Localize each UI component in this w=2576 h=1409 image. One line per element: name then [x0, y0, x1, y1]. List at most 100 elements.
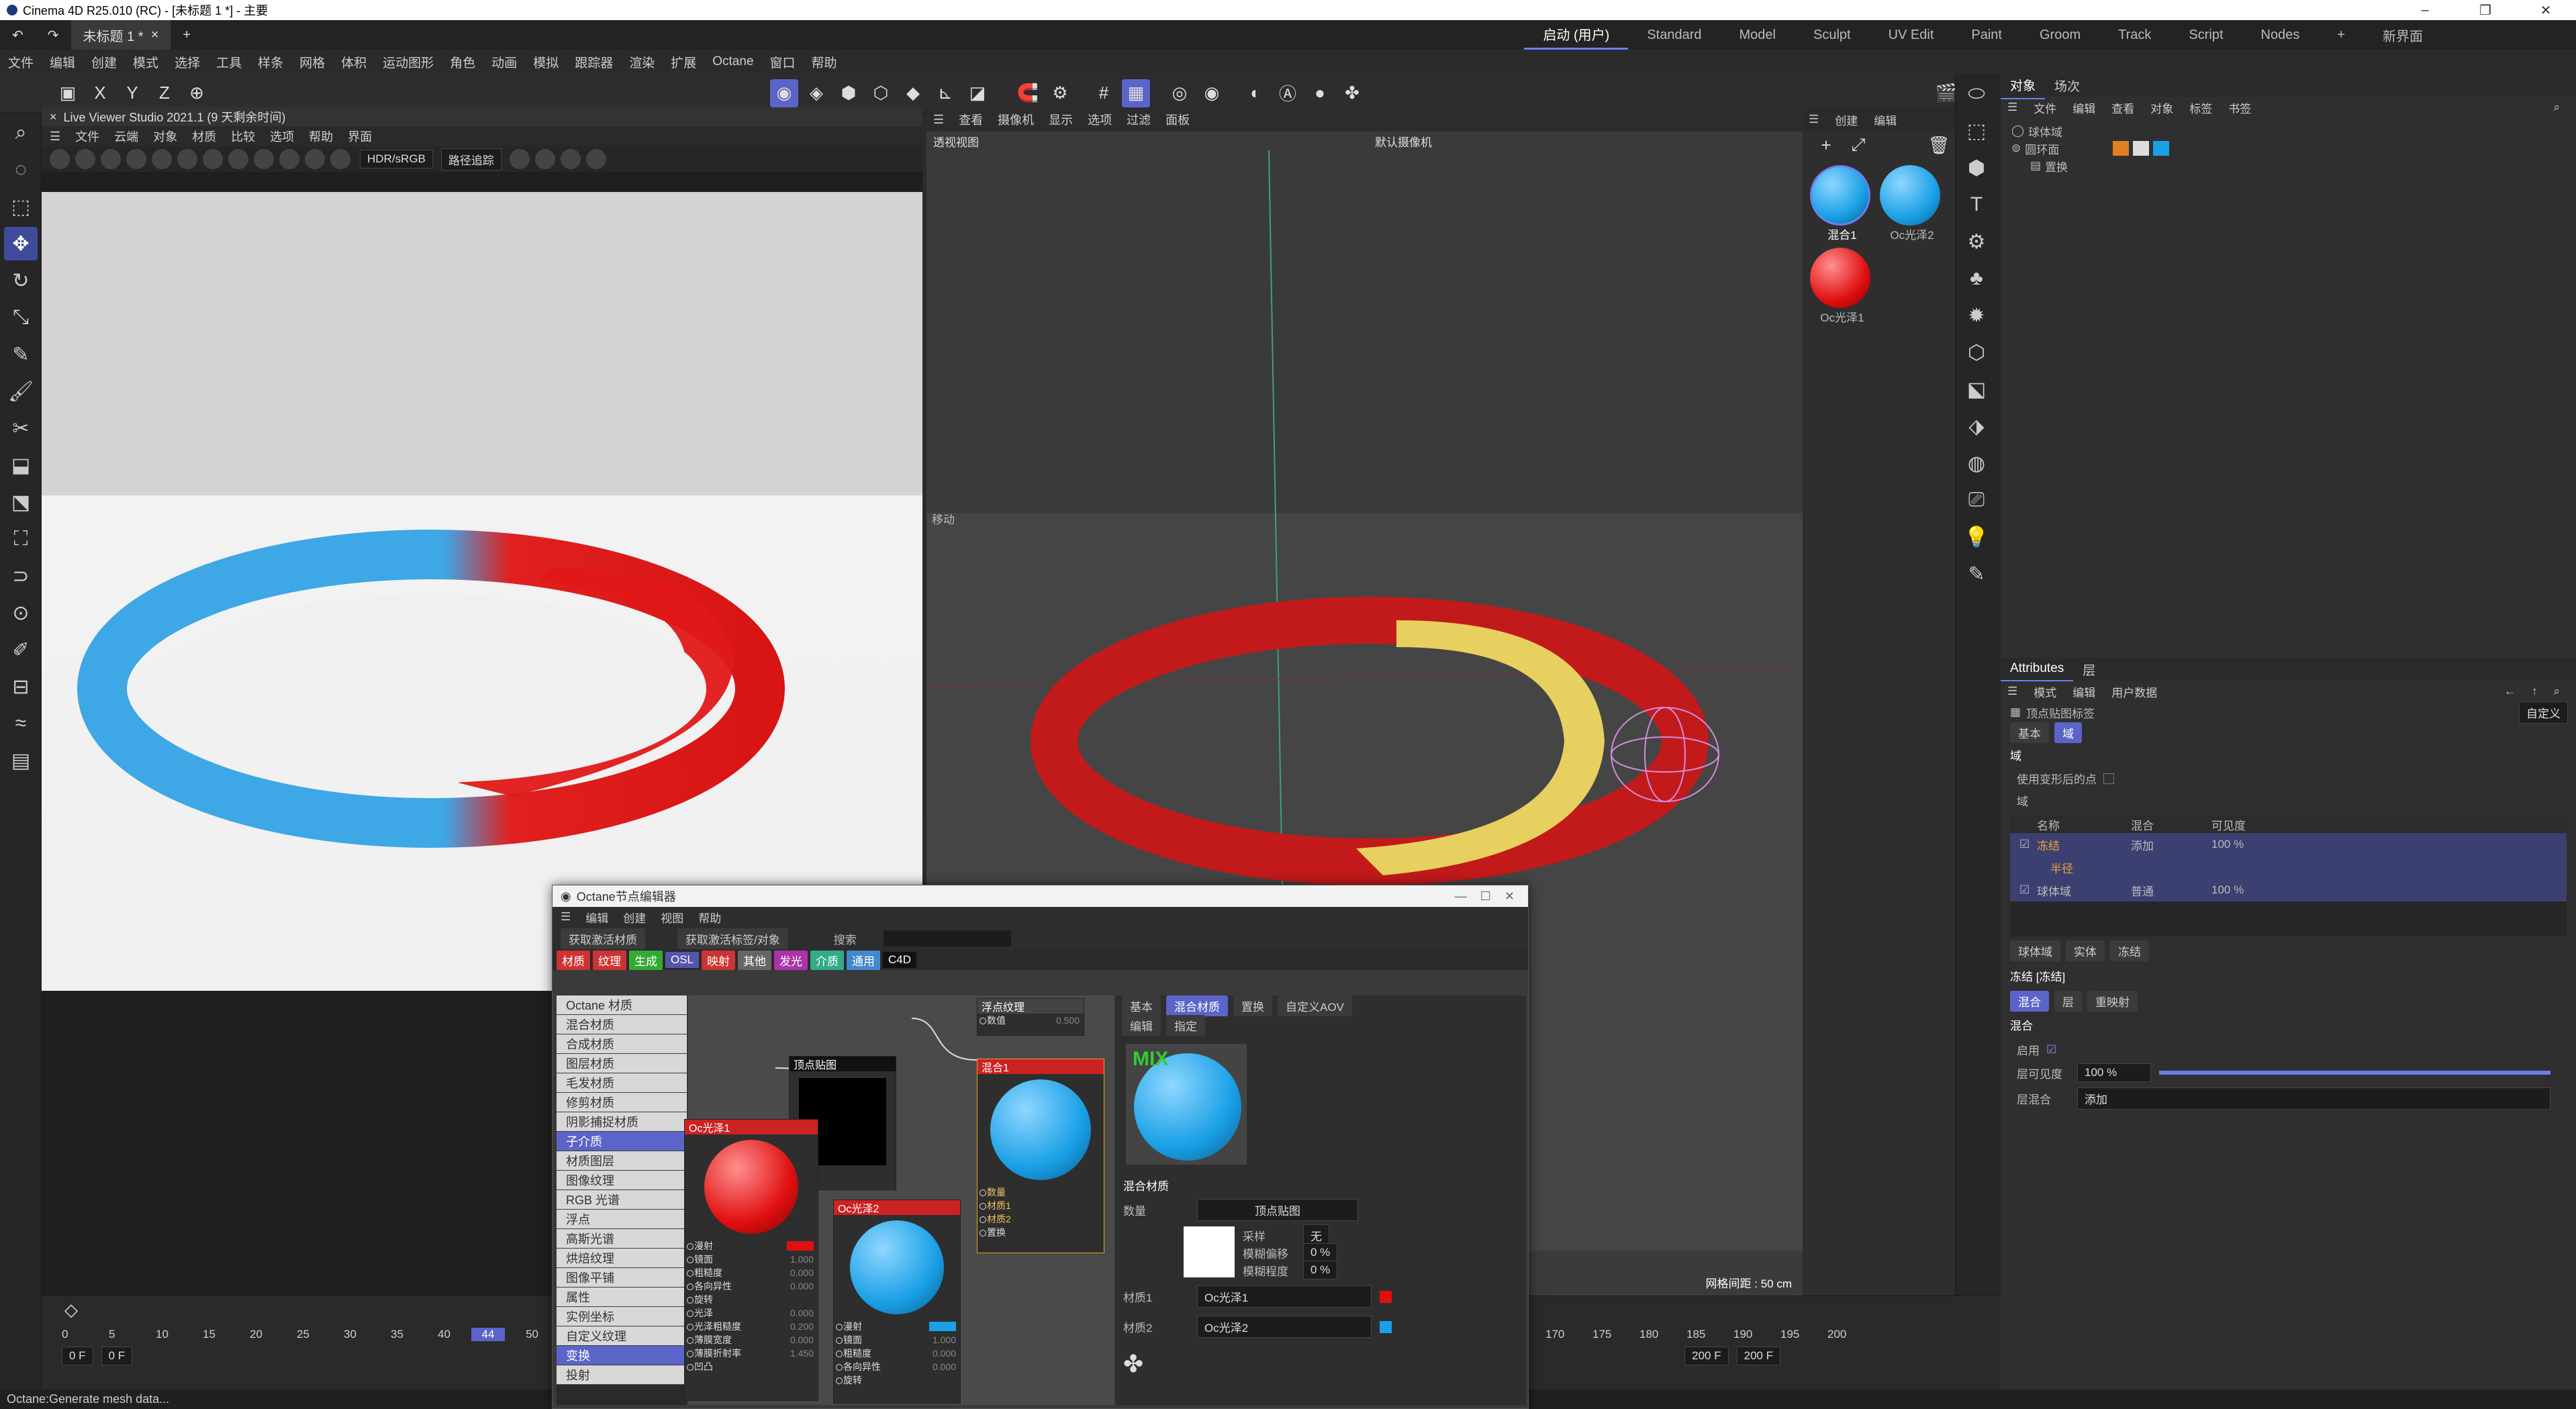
layout-sculpt[interactable]: Sculpt	[1795, 20, 1870, 50]
node-list-item[interactable]: 材质图层	[557, 1151, 687, 1171]
hamburger-icon[interactable]: ☰	[1809, 113, 1819, 126]
mograph-icon[interactable]: ⬗	[1960, 409, 1993, 443]
node-list-item[interactable]: 投射	[557, 1365, 687, 1385]
render-view-icon[interactable]: ◐	[1241, 79, 1270, 107]
check-icon[interactable]: ☑	[2019, 838, 2037, 851]
lasso-icon[interactable]: ⬭	[1960, 77, 1993, 111]
hamburger-icon[interactable]: ☰	[2007, 685, 2017, 698]
field-row[interactable]: ☑ 球体域 普通 100 %	[2010, 879, 2567, 902]
material-tag-icon[interactable]	[2153, 141, 2170, 156]
fit-icon[interactable]	[330, 149, 350, 169]
search-icon[interactable]: ⌕	[4, 116, 38, 150]
smooth-icon[interactable]: ≈	[4, 707, 38, 740]
close-window-button[interactable]: ✕	[2516, 2, 2576, 19]
node-list-item[interactable]: 实例坐标	[557, 1307, 687, 1326]
sun-icon[interactable]	[585, 149, 606, 169]
cat-generator[interactable]: 生成	[629, 950, 663, 970]
node-graph[interactable]: 浮点纹理 数值 0.500 顶点贴图 混合1 数量 材质1 材质2 置换 Oc光泽…	[684, 995, 1114, 1405]
field-blend[interactable]: 添加	[2131, 836, 2211, 853]
octane-window-controls[interactable]: — ☐ ✕	[1455, 889, 1515, 904]
delete-icon[interactable]: 🗑	[1925, 131, 1953, 159]
node-port[interactable]: 各向异性 0.000	[685, 1279, 818, 1293]
vp-menu-view[interactable]: 查看	[959, 111, 983, 128]
menu-create[interactable]: 创建	[83, 53, 125, 71]
om-menu-object[interactable]: 对象	[2150, 99, 2173, 116]
add-tab-button[interactable]: +	[171, 20, 203, 50]
node-list-item[interactable]: 图像平铺	[557, 1268, 687, 1287]
workplane-icon[interactable]: ▦	[1122, 79, 1150, 107]
playhead-frame[interactable]: 44	[471, 1328, 505, 1341]
menu-volume[interactable]: 体积	[333, 53, 375, 71]
node-port[interactable]: 材质1	[977, 1199, 1104, 1212]
camera-name[interactable]: 默认摄像机	[1375, 133, 1432, 150]
menu-mograph[interactable]: 运动图形	[375, 53, 442, 71]
attr-menu-userdata[interactable]: 用户数据	[2111, 683, 2157, 700]
menu-mode[interactable]: 模式	[125, 53, 166, 71]
text-icon[interactable]: T	[1960, 188, 1993, 222]
tab-blend[interactable]: 混合	[2010, 990, 2049, 1012]
get-active-material-button[interactable]: 获取激活材质	[561, 928, 645, 949]
oct-menu-edit[interactable]: 编辑	[585, 909, 608, 926]
tab-attributes[interactable]: Attributes	[2001, 657, 2074, 681]
node-list-item[interactable]: 合成材质	[557, 1034, 687, 1054]
symmetry-icon[interactable]: ◉	[1198, 79, 1226, 107]
material-picker-icon[interactable]	[203, 149, 223, 169]
menu-spline[interactable]: 样条	[250, 53, 291, 71]
node-port[interactable]: 各向异性 0.000	[834, 1360, 960, 1373]
menu-render[interactable]: 渲染	[621, 53, 663, 71]
cat-emission[interactable]: 发光	[774, 950, 808, 970]
field-icon[interactable]: ⬡	[1960, 336, 1993, 369]
menu-select[interactable]: 选择	[166, 53, 208, 71]
menu-extensions[interactable]: 扩展	[663, 53, 704, 71]
undo-icon[interactable]: ↶	[0, 20, 36, 50]
edges-mode-icon[interactable]: ◈	[802, 79, 830, 107]
render-icon[interactable]: Ⓐ	[1274, 79, 1302, 107]
vp-menu-panel[interactable]: 面板	[1165, 111, 1190, 128]
spline-pen-icon[interactable]: ✎	[4, 338, 38, 371]
pause-render-icon[interactable]	[101, 149, 121, 169]
cat-medium[interactable]: 介质	[810, 950, 845, 970]
add-icon[interactable]: +	[1812, 131, 1840, 159]
paint-icon[interactable]: ▤	[4, 744, 38, 777]
props-tab-assign[interactable]: 指定	[1166, 1014, 1205, 1036]
layout-model[interactable]: Model	[1721, 20, 1795, 50]
diffuse-swatch[interactable]	[929, 1322, 956, 1331]
uv-mode-icon[interactable]: ⬡	[867, 79, 895, 107]
tab-layer[interactable]: 层	[2054, 990, 2082, 1012]
loop-cut-icon[interactable]: ⊟	[4, 670, 38, 703]
node-port[interactable]: 漫射	[834, 1320, 960, 1333]
document-tab[interactable]: 未标题 1 * ×	[70, 20, 171, 50]
color-space-select[interactable]: HDR/sRGB	[360, 150, 433, 168]
menu-window[interactable]: 窗口	[762, 53, 804, 71]
layout-standard[interactable]: Standard	[1628, 20, 1720, 50]
brush-icon[interactable]: 🖌	[4, 375, 38, 408]
node-port[interactable]: 凹凸	[685, 1360, 818, 1373]
om-menu-bookmarks[interactable]: 书签	[2228, 99, 2251, 116]
amount-texture-button[interactable]: 顶点贴图	[1197, 1199, 1358, 1221]
blur-amount-field[interactable]: 0 %	[1303, 1261, 1338, 1279]
lv-menu-material[interactable]: 材质	[192, 128, 216, 145]
hamburger-icon[interactable]: ☰	[50, 130, 60, 144]
node-list-item[interactable]: 自定义纹理	[557, 1326, 687, 1346]
subtab-field[interactable]: 域	[2054, 722, 2082, 743]
generator-icon[interactable]: ⚙	[1960, 225, 1993, 258]
selection-icon[interactable]: ⬚	[4, 190, 38, 224]
menu-simulate[interactable]: 模拟	[525, 53, 567, 71]
settings-icon[interactable]	[152, 149, 172, 169]
node-port[interactable]: 粗糙度 0.000	[834, 1347, 960, 1360]
layout-nodes[interactable]: Nodes	[2242, 20, 2319, 50]
om-menu-tags[interactable]: 标签	[2189, 99, 2212, 116]
layout-paint[interactable]: Paint	[1952, 20, 2021, 50]
mix-material-node[interactable]: 混合1 数量 材质1 材质2 置换	[977, 1059, 1104, 1253]
node-list-item[interactable]: RGB 光谱	[557, 1190, 687, 1210]
coordinate-system-icon[interactable]: ⊕	[183, 79, 211, 107]
back-arrow-icon[interactable]: ←	[2504, 685, 2516, 698]
mat-menu-create[interactable]: 创建	[1835, 111, 1858, 128]
cat-mapping[interactable]: 映射	[702, 950, 736, 970]
maximize-button[interactable]: ❐	[2455, 2, 2516, 19]
use-deformed-checkbox[interactable]	[2103, 773, 2114, 784]
tab-layers[interactable]: 层	[2073, 657, 2105, 683]
node-port[interactable]: 镜面 1.000	[685, 1253, 818, 1266]
vp-menu-cameras[interactable]: 摄像机	[998, 111, 1034, 128]
clay-mode-icon[interactable]	[279, 149, 299, 169]
